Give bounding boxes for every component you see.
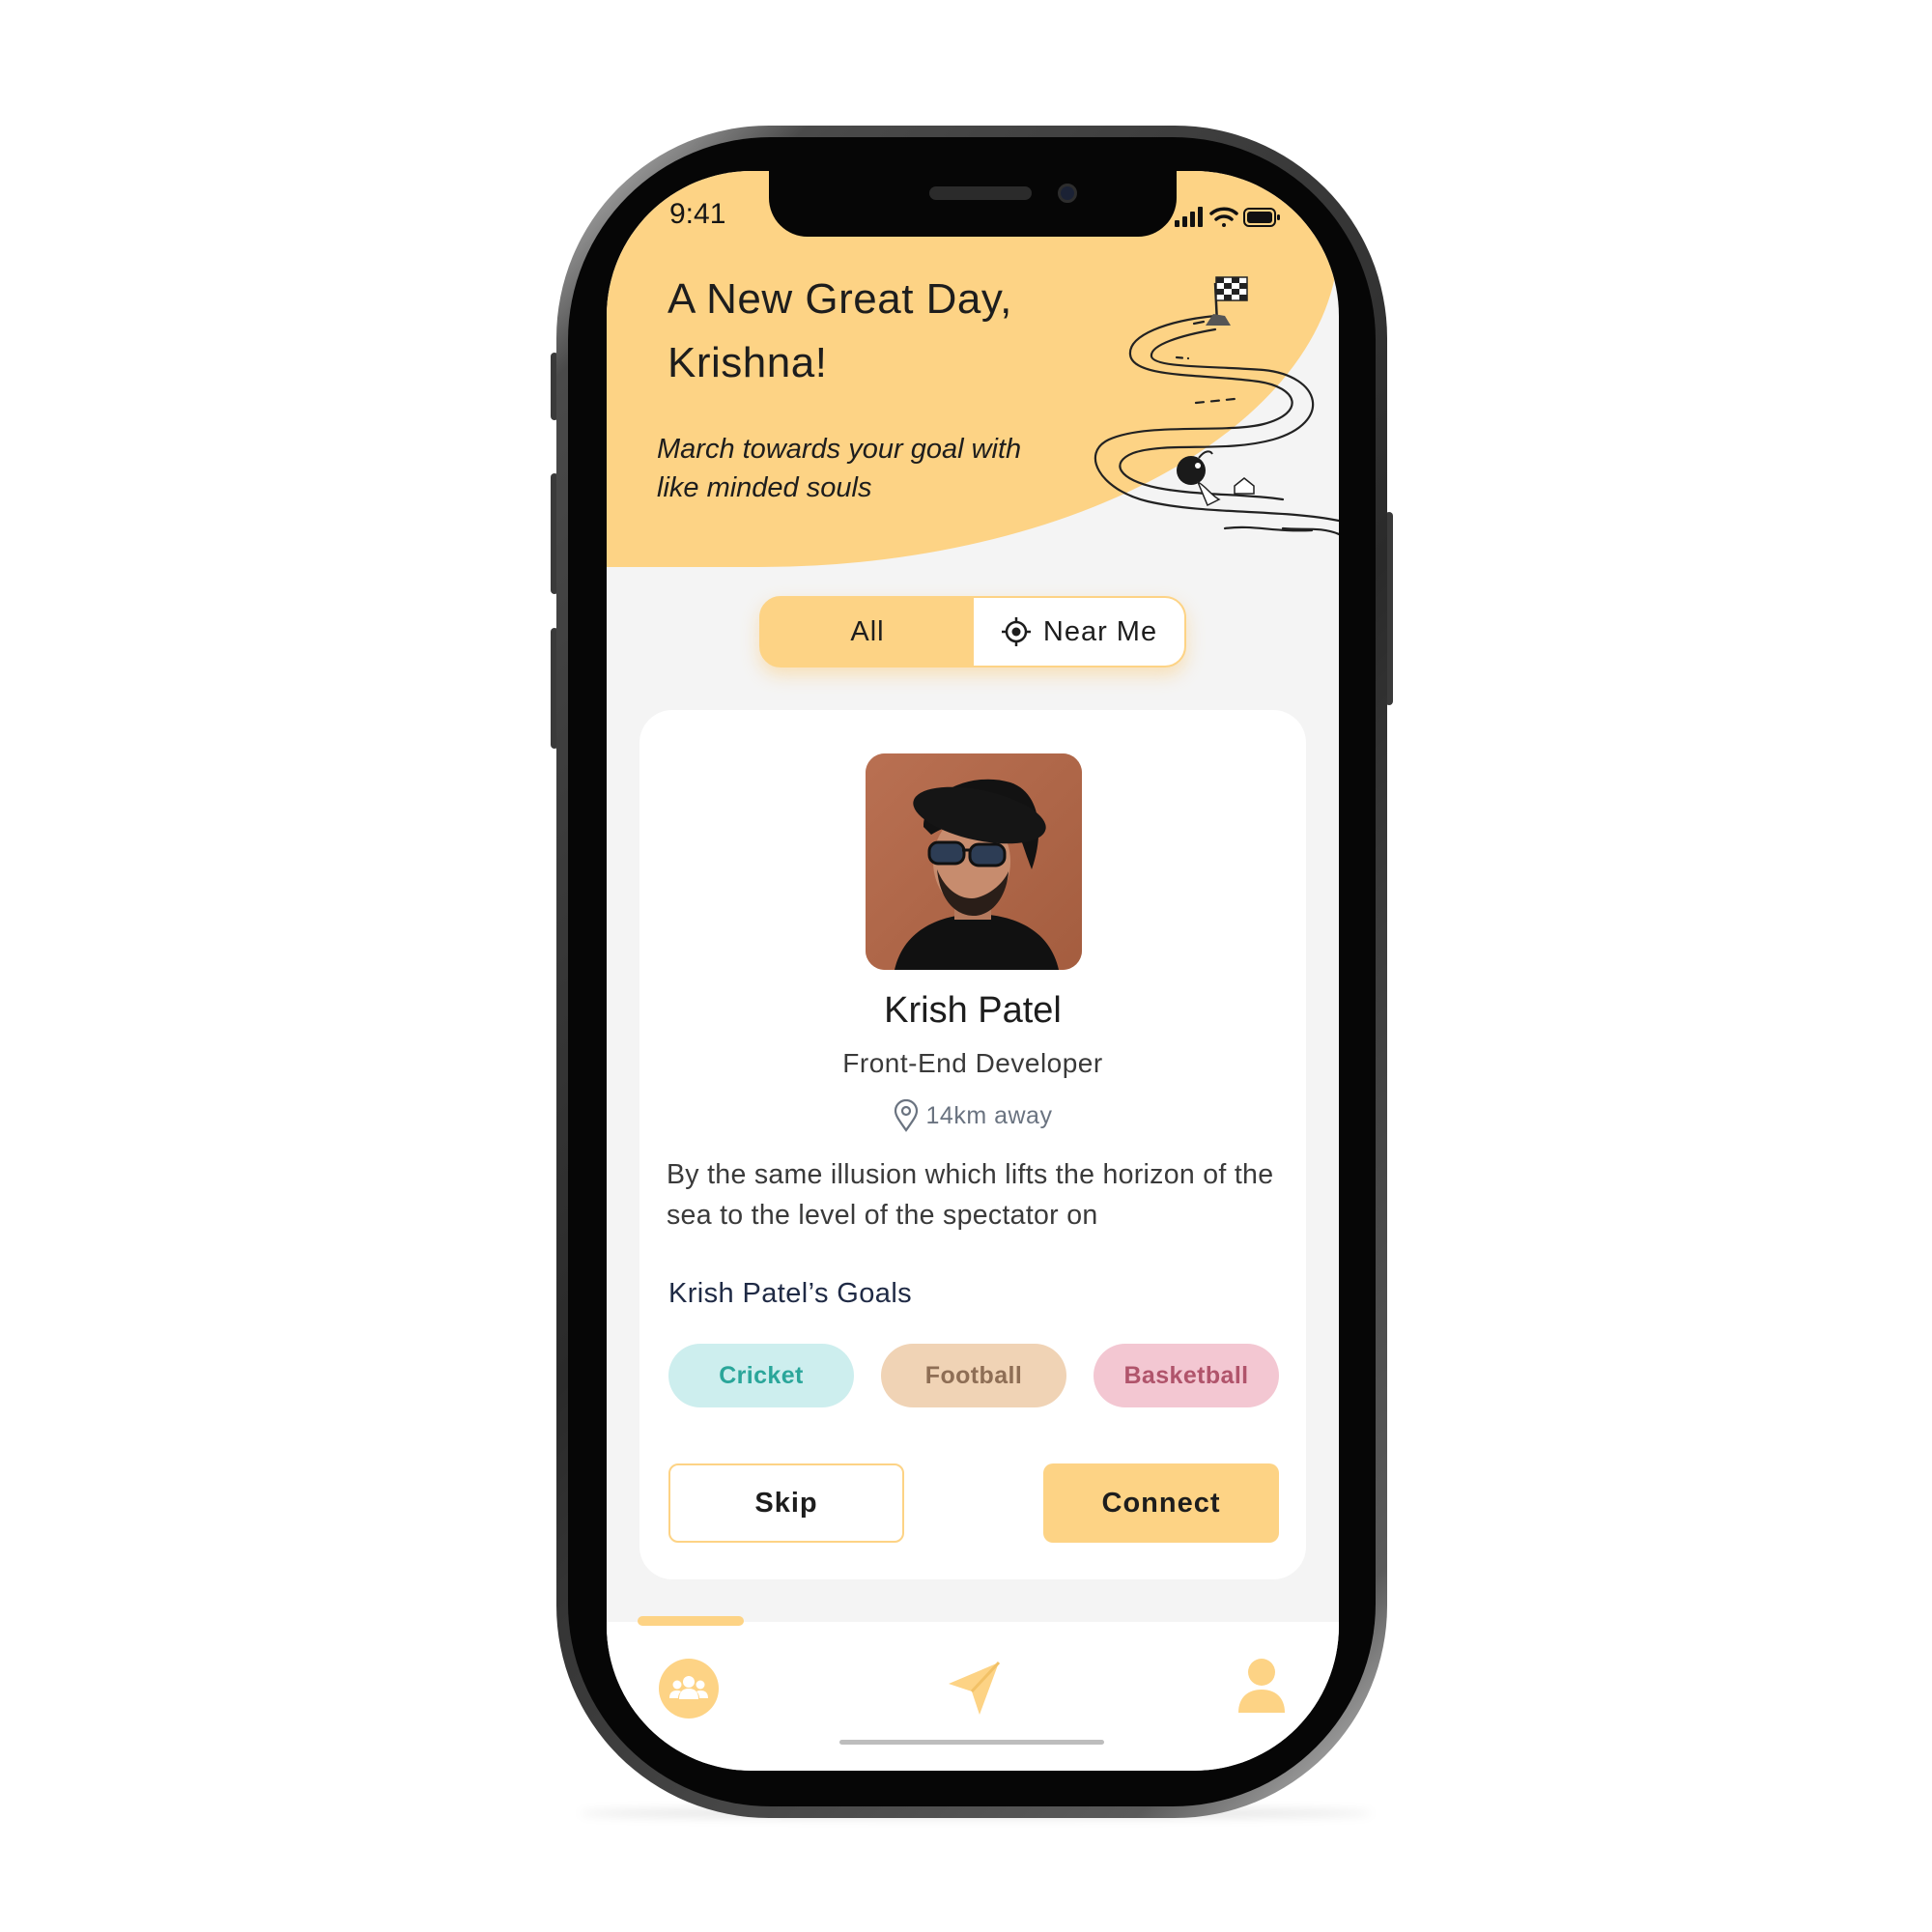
filter-near-me-tab[interactable]: Near Me xyxy=(974,598,1184,666)
front-camera xyxy=(1058,184,1077,203)
header-tagline: March towards your goal with like minded… xyxy=(657,434,1022,503)
signal-icon xyxy=(1175,207,1203,227)
profile-role: Front-End Developer xyxy=(842,1048,1103,1078)
status-icons xyxy=(1175,206,1281,234)
community-icon xyxy=(659,1659,719,1719)
filter-segmented-control: All Near Me xyxy=(759,596,1186,668)
home-indicator xyxy=(839,1740,1104,1745)
finish-flag xyxy=(1206,276,1248,326)
profile-name: Krish Patel xyxy=(884,990,1062,1031)
goals-title: Krish Patel’s Goals xyxy=(668,1278,913,1309)
greeting-title: A New Great Day, Krishna! xyxy=(668,275,1012,386)
character-figure xyxy=(1177,450,1221,507)
tab-messages[interactable] xyxy=(945,1659,1003,1721)
profile-distance: 14km away xyxy=(639,1099,1306,1132)
location-target-icon xyxy=(1001,617,1031,646)
app-screen: 9:41 A New Great Day, Krishna! March tow… xyxy=(607,171,1339,1771)
profile-photo xyxy=(866,753,1082,970)
filter-all-tab[interactable]: All xyxy=(761,598,974,666)
phone-notch xyxy=(769,171,1177,237)
road-journey-illustration xyxy=(1094,276,1339,536)
profile-bio: By the same illusion which lifts the hor… xyxy=(667,1159,1274,1231)
active-tab-indicator xyxy=(638,1616,744,1626)
earpiece-speaker xyxy=(929,186,1032,200)
wifi-icon xyxy=(1209,207,1238,227)
status-time: 9:41 xyxy=(669,198,726,230)
goal-chip-basketball[interactable]: Basketball xyxy=(1094,1344,1279,1407)
profile-card: Krish Patel Front-End Developer 14km awa… xyxy=(639,710,1306,1579)
tab-community[interactable] xyxy=(659,1659,719,1723)
distance-label: 14km away xyxy=(925,1101,1053,1129)
send-icon xyxy=(949,1661,1001,1715)
goal-chip-cricket[interactable]: Cricket xyxy=(668,1344,854,1407)
small-house xyxy=(1234,477,1255,495)
skip-button[interactable]: Skip xyxy=(668,1463,904,1543)
battery-icon xyxy=(1243,208,1280,227)
location-pin-icon xyxy=(894,1099,918,1132)
profile-icon xyxy=(1238,1659,1285,1713)
filter-all-label: All xyxy=(850,615,885,647)
goal-chip-football[interactable]: Football xyxy=(881,1344,1066,1407)
tab-profile[interactable] xyxy=(1235,1657,1289,1719)
filter-near-me-label: Near Me xyxy=(1042,615,1158,647)
connect-button[interactable]: Connect xyxy=(1043,1463,1279,1543)
